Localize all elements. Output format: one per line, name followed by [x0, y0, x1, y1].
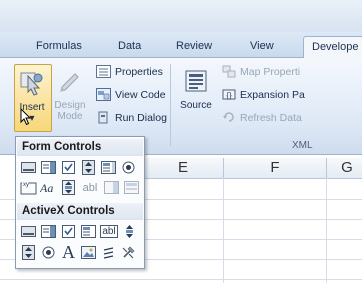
view-code-label: View Code — [115, 88, 166, 101]
activex-command-button-icon[interactable] — [20, 223, 37, 240]
form-controls-row-1 — [20, 159, 137, 176]
tab-developer[interactable]: Develope — [303, 36, 362, 59]
map-properties-label: Map Properti — [240, 65, 301, 78]
properties-icon — [96, 65, 111, 78]
activex-image-icon[interactable] — [80, 244, 97, 261]
activex-text-box-icon[interactable]: abl — [100, 223, 118, 240]
source-label: Source — [180, 100, 212, 111]
spin-button-control-icon[interactable] — [80, 159, 97, 176]
svg-text:{}: {} — [226, 91, 232, 100]
map-properties-button[interactable]: Map Properti — [222, 65, 300, 78]
label-control-icon[interactable]: Aa — [40, 179, 57, 196]
design-mode-button[interactable]: Design Mode — [52, 70, 88, 122]
design-mode-icon — [60, 73, 79, 92]
expansion-packs-label: Expansion Pa — [240, 88, 305, 101]
activex-controls-title: ActiveX Controls — [17, 203, 143, 220]
activex-combo-box-icon[interactable] — [40, 223, 57, 240]
refresh-data-icon — [223, 112, 234, 122]
svg-text:xy: xy — [23, 182, 29, 188]
activex-label-icon[interactable]: A — [60, 242, 77, 262]
activex-option-button-icon[interactable] — [40, 244, 57, 261]
run-dialog-label: Run Dialog — [115, 111, 167, 124]
option-button-control-icon[interactable] — [120, 159, 137, 176]
ribbon-separator — [170, 64, 171, 146]
excel-window: Formulas Data Review View Develope Inser… — [0, 0, 362, 283]
expansion-packs-button[interactable]: {} Expansion Pa — [222, 88, 305, 101]
form-controls-title: Form Controls — [17, 139, 143, 156]
combo-box-control-icon[interactable] — [40, 159, 57, 176]
view-code-button[interactable]: View Code — [96, 88, 166, 101]
gridline — [0, 279, 362, 280]
properties-button[interactable]: Properties — [96, 65, 163, 78]
refresh-data-button[interactable]: Refresh Data — [222, 111, 302, 124]
scroll-bar-control-icon[interactable] — [60, 179, 77, 196]
activex-toggle-button-icon[interactable] — [100, 244, 117, 261]
insert-controls-icon — [20, 72, 43, 96]
activex-spin-button-icon[interactable] — [20, 244, 37, 261]
combo-list-edit-control-icon[interactable] — [103, 179, 120, 196]
text-field-control-icon[interactable]: abl — [80, 179, 100, 196]
activex-text-box-label: abl — [100, 225, 118, 238]
column-header-e[interactable]: E — [143, 158, 224, 179]
map-properties-icon — [222, 65, 236, 78]
title-bar — [0, 0, 362, 32]
properties-label: Properties — [115, 65, 163, 78]
activex-label-glyph: A — [62, 242, 75, 262]
source-button[interactable]: Source — [176, 70, 216, 111]
run-dialog-icon — [98, 111, 108, 124]
gridline — [326, 178, 327, 283]
tab-formulas[interactable]: Formulas — [36, 40, 82, 52]
button-control-icon[interactable] — [20, 159, 37, 176]
checkbox-control-icon[interactable] — [60, 159, 77, 176]
view-code-icon — [96, 88, 111, 101]
activex-list-box-icon[interactable] — [80, 223, 97, 240]
mouse-cursor-icon — [20, 107, 32, 129]
xml-group-label: XML — [292, 140, 313, 151]
design-mode-label: Design Mode — [54, 100, 86, 122]
source-icon — [185, 70, 207, 92]
text-field-label: abl — [82, 181, 98, 194]
svg-text:Aa: Aa — [40, 181, 53, 194]
refresh-data-label: Refresh Data — [240, 111, 302, 124]
activex-controls-row-2: A — [20, 242, 137, 262]
activex-controls-row-1: abl — [20, 223, 138, 240]
tab-view[interactable]: View — [250, 40, 274, 52]
gridline — [223, 178, 224, 283]
column-header-g[interactable]: G — [327, 158, 362, 179]
form-controls-row-2: xy Aa abl — [20, 179, 140, 196]
activex-scroll-bar-icon[interactable] — [121, 223, 138, 240]
insert-controls-dropdown: Form Controls xy Aa abl ActiveX Controls… — [15, 136, 145, 269]
tab-review[interactable]: Review — [176, 40, 212, 52]
group-box-control-icon[interactable]: xy — [20, 179, 37, 196]
run-dialog-button[interactable]: Run Dialog — [96, 111, 167, 124]
ribbon-tabs: Formulas Data Review View Develope — [0, 32, 362, 59]
activex-more-controls-icon[interactable] — [120, 244, 137, 261]
list-box-control-icon[interactable] — [100, 159, 117, 176]
activex-checkbox-icon[interactable] — [60, 223, 77, 240]
combo-dropdown-edit-control-icon[interactable] — [123, 179, 140, 196]
tab-data[interactable]: Data — [118, 40, 141, 52]
expansion-packs-icon: {} — [222, 89, 236, 100]
column-header-f[interactable]: F — [224, 158, 327, 179]
